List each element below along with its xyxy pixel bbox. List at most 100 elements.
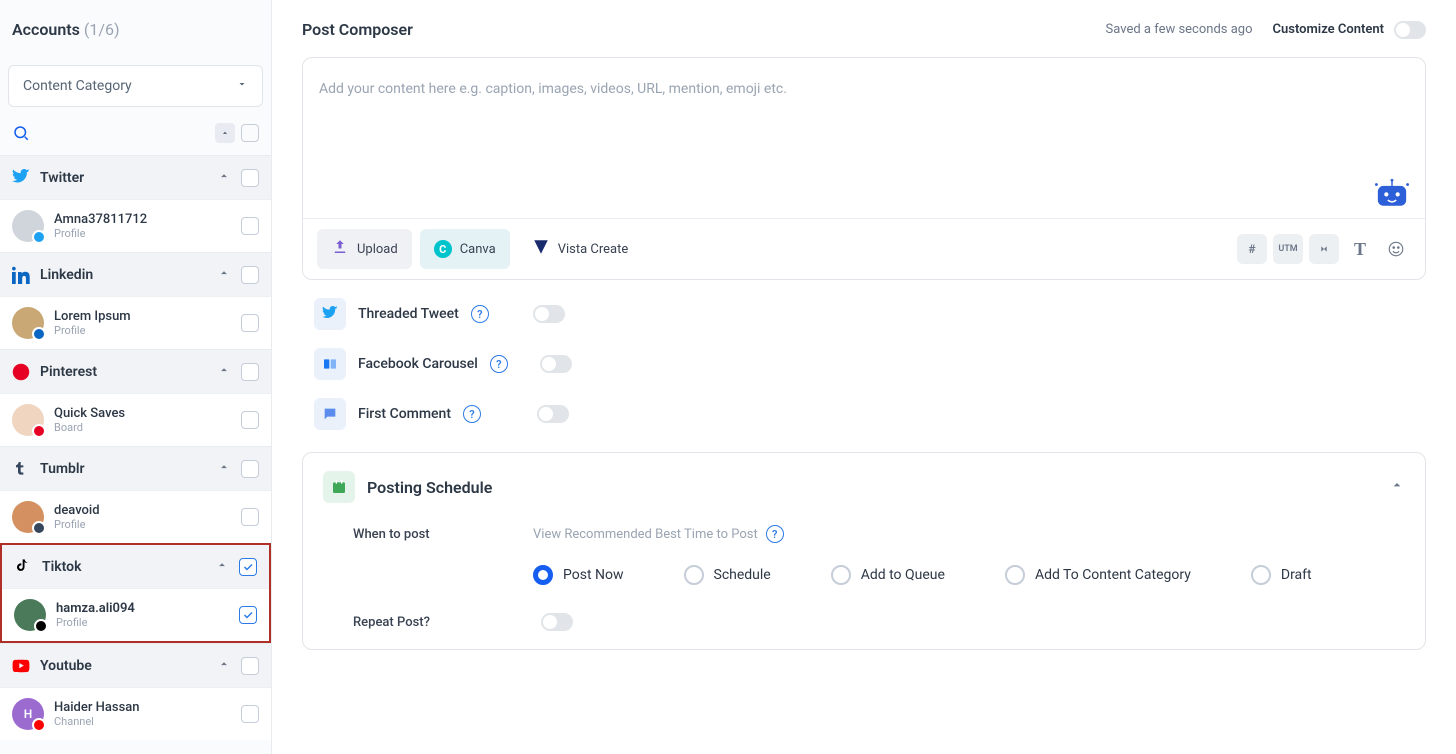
platform-checkbox[interactable] <box>239 558 257 576</box>
repeat-toggle[interactable] <box>541 613 573 631</box>
pinterest-icon <box>12 363 30 381</box>
canva-button[interactable]: C Canva <box>420 229 510 269</box>
customize-content-toggle[interactable]: Customize Content <box>1273 21 1426 39</box>
avatar <box>12 404 44 436</box>
sidebar-title: Accounts <box>12 20 80 39</box>
main-panel: Post Composer Saved a few seconds ago Cu… <box>272 0 1456 754</box>
account-checkbox[interactable] <box>241 217 259 235</box>
search-icon[interactable] <box>12 124 30 142</box>
category-label: Content Category <box>23 78 132 94</box>
text-format-button[interactable]: T <box>1345 234 1375 264</box>
account-row[interactable]: H Haider Hassan Channel <box>0 687 271 740</box>
account-row[interactable]: Quick Saves Board <box>0 393 271 446</box>
account-checkbox[interactable] <box>241 314 259 332</box>
select-all-checkbox[interactable] <box>241 124 259 142</box>
page-title: Post Composer <box>302 20 413 39</box>
account-name: Quick Saves <box>54 406 231 421</box>
platform-header-tumblr[interactable]: Tumblr <box>0 447 271 490</box>
first-comment-toggle[interactable] <box>537 405 569 423</box>
chevron-up-icon[interactable] <box>1389 477 1405 497</box>
account-checkbox[interactable] <box>241 705 259 723</box>
account-checkbox[interactable] <box>239 606 257 624</box>
threaded-tweet-toggle[interactable] <box>533 305 565 323</box>
platform-name: Tumblr <box>40 461 207 477</box>
platform-checkbox[interactable] <box>241 363 259 381</box>
help-icon[interactable]: ? <box>463 405 481 423</box>
radio-icon <box>1005 565 1025 585</box>
first-comment-label: First Comment <box>358 406 451 422</box>
platform-header-linkedin[interactable]: Linkedin <box>0 253 271 296</box>
carousel-icon <box>314 348 346 380</box>
customize-label: Customize Content <box>1273 22 1384 37</box>
radio-schedule[interactable]: Schedule <box>684 565 771 585</box>
avatar: H <box>12 698 44 730</box>
help-icon: ? <box>766 525 784 543</box>
account-type: Profile <box>54 518 231 531</box>
twitter-thread-icon <box>314 298 346 330</box>
account-type: Profile <box>54 324 231 337</box>
platform-header-youtube[interactable]: Youtube <box>0 644 271 687</box>
hashtag-button[interactable]: # <box>1237 234 1267 264</box>
vista-icon <box>532 238 550 260</box>
platform-header-twitter[interactable]: Twitter <box>0 156 271 199</box>
chevron-up-icon <box>215 557 229 576</box>
account-type: Profile <box>54 227 231 240</box>
platform-tumblr: Tumblr deavoid Profile <box>0 446 271 543</box>
account-row[interactable]: hamza.ali094 Profile <box>2 588 269 641</box>
accounts-count: (1/6) <box>84 20 120 39</box>
saved-status: Saved a few seconds ago <box>1106 22 1253 37</box>
sidebar: Accounts (1/6) Content Category <box>0 0 272 754</box>
radio-post-now[interactable]: Post Now <box>533 565 624 585</box>
help-icon[interactable]: ? <box>490 355 508 373</box>
content-category-select[interactable]: Content Category <box>8 65 263 107</box>
account-checkbox[interactable] <box>241 508 259 526</box>
account-row[interactable]: Amna37811712 Profile <box>0 199 271 252</box>
platform-checkbox[interactable] <box>241 460 259 478</box>
upload-icon <box>331 238 349 260</box>
radio-draft[interactable]: Draft <box>1251 565 1312 585</box>
account-row[interactable]: deavoid Profile <box>0 490 271 543</box>
threaded-tweet-label: Threaded Tweet <box>358 306 459 322</box>
chevron-up-icon <box>217 459 231 478</box>
link-shortener-button[interactable] <box>1309 234 1339 264</box>
radio-label: Add To Content Category <box>1035 567 1191 583</box>
emoji-button[interactable] <box>1381 234 1411 264</box>
tiktok-badge-icon <box>34 619 48 633</box>
upload-button[interactable]: Upload <box>317 229 412 269</box>
ai-bot-icon[interactable] <box>1375 178 1409 208</box>
schedule-title: Posting Schedule <box>367 478 1377 497</box>
caret-down-icon <box>236 78 248 94</box>
help-icon[interactable]: ? <box>471 305 489 323</box>
account-row[interactable]: Lorem Ipsum Profile <box>0 296 271 349</box>
platform-checkbox[interactable] <box>241 657 259 675</box>
account-checkbox[interactable] <box>241 411 259 429</box>
account-name: hamza.ali094 <box>56 601 229 616</box>
linkedin-badge-icon <box>32 327 46 341</box>
radio-icon <box>684 565 704 585</box>
canva-icon: C <box>434 240 452 258</box>
radio-icon <box>831 565 851 585</box>
collapse-all-button[interactable] <box>215 123 235 143</box>
repeat-label: Repeat Post? <box>353 615 433 630</box>
platform-checkbox[interactable] <box>241 266 259 284</box>
carousel-toggle[interactable] <box>540 355 572 373</box>
account-name: deavoid <box>54 503 231 518</box>
youtube-icon <box>12 657 30 675</box>
radio-category[interactable]: Add To Content Category <box>1005 565 1191 585</box>
linkedin-icon <box>12 266 30 284</box>
platform-twitter: Twitter Amna37811712 Profile <box>0 155 271 252</box>
twitter-icon <box>12 169 30 187</box>
utm-button[interactable]: UTM <box>1273 234 1303 264</box>
platform-checkbox[interactable] <box>241 169 259 187</box>
platform-name: Tiktok <box>42 559 205 575</box>
recommended-time-link[interactable]: View Recommended Best Time to Post ? <box>533 525 784 543</box>
content-editor[interactable]: Add your content here e.g. caption, imag… <box>303 58 1425 218</box>
platform-header-pinterest[interactable]: Pinterest <box>0 350 271 393</box>
platform-header-tiktok[interactable]: Tiktok <box>2 545 269 588</box>
schedule-section: Posting Schedule When to post View Recom… <box>302 452 1426 650</box>
radio-label: Post Now <box>563 567 624 583</box>
radio-queue[interactable]: Add to Queue <box>831 565 945 585</box>
vista-button[interactable]: Vista Create <box>518 229 643 269</box>
radio-icon <box>533 565 553 585</box>
account-name: Lorem Ipsum <box>54 309 231 324</box>
